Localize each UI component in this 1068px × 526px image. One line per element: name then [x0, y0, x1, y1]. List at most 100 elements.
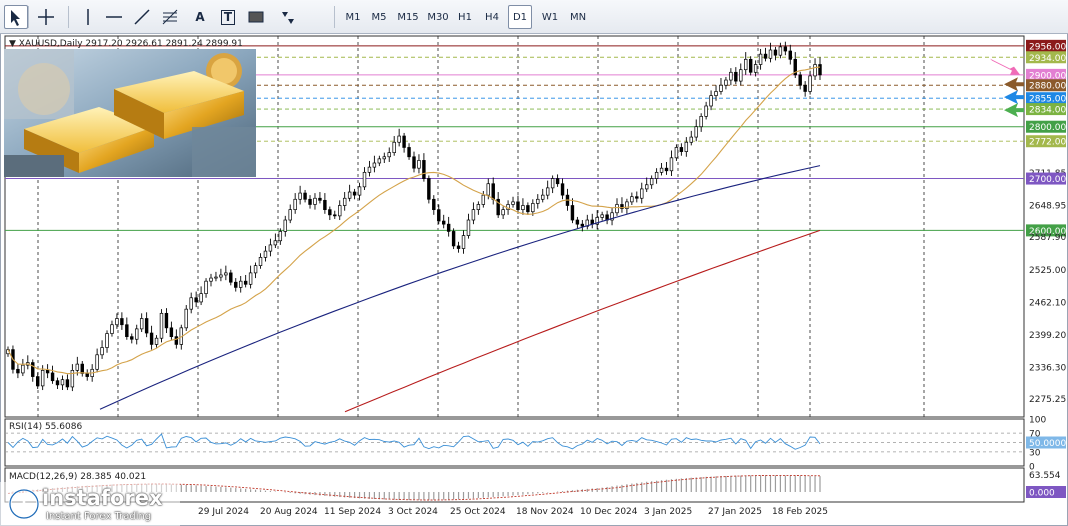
candle-body	[283, 219, 287, 232]
candle-body	[491, 183, 495, 200]
candle-body	[169, 327, 174, 338]
candle-body	[630, 196, 634, 203]
timeframe-w1-button[interactable]: W1	[538, 5, 562, 29]
label-icon: T	[220, 9, 236, 25]
candle-body	[699, 115, 703, 128]
candle-body	[560, 183, 565, 196]
candle-body	[441, 220, 446, 225]
candle-body	[719, 84, 723, 92]
timeframe-m15-button[interactable]: M15	[394, 5, 422, 29]
candle-body	[263, 250, 268, 258]
price-axis-label: 2275.25	[1029, 395, 1066, 405]
rectangle-icon	[248, 11, 264, 23]
horizontal-line-tool-button[interactable]	[102, 5, 126, 29]
candle-body	[224, 272, 228, 276]
candle-body	[684, 141, 689, 152]
candle-body	[476, 204, 481, 211]
price-axis-label: 2462.10	[1029, 298, 1066, 308]
date-axis-label: 11 Sep 2024	[324, 507, 381, 517]
text-icon: A	[195, 10, 205, 24]
candle-body	[640, 188, 644, 199]
gold-bars-thumbnail	[4, 49, 256, 177]
timeframe-mn-button[interactable]: MN	[566, 5, 590, 29]
candle-body	[253, 265, 258, 274]
candle-body	[194, 297, 198, 303]
candle-body	[387, 152, 391, 158]
candle-body	[669, 157, 674, 172]
candle-body	[382, 156, 387, 160]
fibonacci-icon	[162, 9, 178, 25]
gold-bars-image	[4, 49, 256, 177]
fibonacci-tool-button[interactable]	[158, 5, 182, 29]
date-axis-label: 27 Jan 2025	[708, 507, 762, 517]
candle-body	[724, 79, 728, 86]
candle-body	[580, 223, 585, 227]
candle-body	[783, 46, 788, 52]
candle-body	[461, 235, 466, 249]
candle-body	[788, 50, 793, 60]
candle-body	[654, 171, 659, 179]
candle-body	[501, 209, 505, 216]
date-axis-label: 25 Oct 2024	[450, 507, 506, 517]
candle-body	[437, 209, 441, 222]
text-tool-button[interactable]: A	[188, 5, 212, 29]
candle-body	[139, 318, 144, 330]
candle-body	[600, 214, 604, 218]
candle-body	[407, 147, 411, 158]
vertical-line-tool-button[interactable]	[76, 5, 100, 29]
candle-body	[298, 192, 302, 200]
candle-body	[778, 46, 783, 56]
macd-axis-label: 0.000	[1029, 489, 1055, 499]
candle-body	[149, 332, 154, 345]
date-axis-label: 29 Jul 2024	[198, 507, 249, 517]
price-tag-label: 2700.00	[1029, 175, 1066, 185]
cursor-tool-button[interactable]	[4, 5, 28, 29]
candle-body	[536, 198, 540, 204]
candle-body	[268, 244, 273, 252]
candle-body	[65, 379, 70, 388]
label-tool-button[interactable]: T	[216, 5, 240, 29]
candle-body	[303, 192, 307, 200]
candle-body	[768, 49, 773, 59]
candle-body	[318, 197, 322, 201]
candle-body	[154, 337, 159, 345]
candle-body	[679, 147, 684, 152]
candle-body	[55, 380, 60, 386]
candle-body	[521, 205, 525, 211]
candle-body	[135, 328, 139, 340]
timeframe-h4-button[interactable]: H4	[480, 5, 504, 29]
crosshair-tool-button[interactable]	[34, 5, 58, 29]
rectangle-tool-button[interactable]	[244, 5, 268, 29]
candle-body	[204, 280, 208, 294]
candle-body	[714, 91, 718, 96]
candle-body	[293, 198, 297, 211]
timeframe-m30-button[interactable]: M30	[424, 5, 452, 29]
candle-body	[803, 84, 807, 92]
candle-body	[229, 272, 233, 283]
candle-body	[80, 363, 84, 374]
candle-body	[21, 364, 25, 374]
toolbar-separator	[68, 6, 69, 28]
rsi-axis-label: 30	[1029, 448, 1041, 458]
toolbar-separator	[334, 6, 335, 28]
candle-body	[367, 166, 372, 173]
candle-body	[357, 186, 362, 196]
timeframe-m1-button[interactable]: M1	[342, 5, 364, 29]
candle-body	[709, 95, 713, 107]
candle-body	[644, 184, 649, 190]
candle-body	[115, 318, 119, 326]
timeframe-d1-button[interactable]: D1	[508, 5, 532, 29]
candle-body	[174, 336, 179, 345]
broker-logo: instaforex Instant Forex Trading	[0, 482, 180, 526]
trendline-tool-button[interactable]	[130, 5, 154, 29]
candle-body	[758, 53, 763, 65]
candle-body	[75, 363, 80, 371]
rsi-label: RSI(14) 55.6086	[9, 422, 82, 432]
candle-body	[238, 280, 243, 288]
candle-body	[45, 369, 50, 374]
timeframe-m5-button[interactable]: M5	[368, 5, 390, 29]
timeframe-h1-button[interactable]: H1	[454, 5, 476, 29]
price-tag-label: 2800.00	[1029, 123, 1066, 133]
candle-body	[694, 126, 698, 138]
arrows-tool-button[interactable]	[276, 5, 300, 29]
